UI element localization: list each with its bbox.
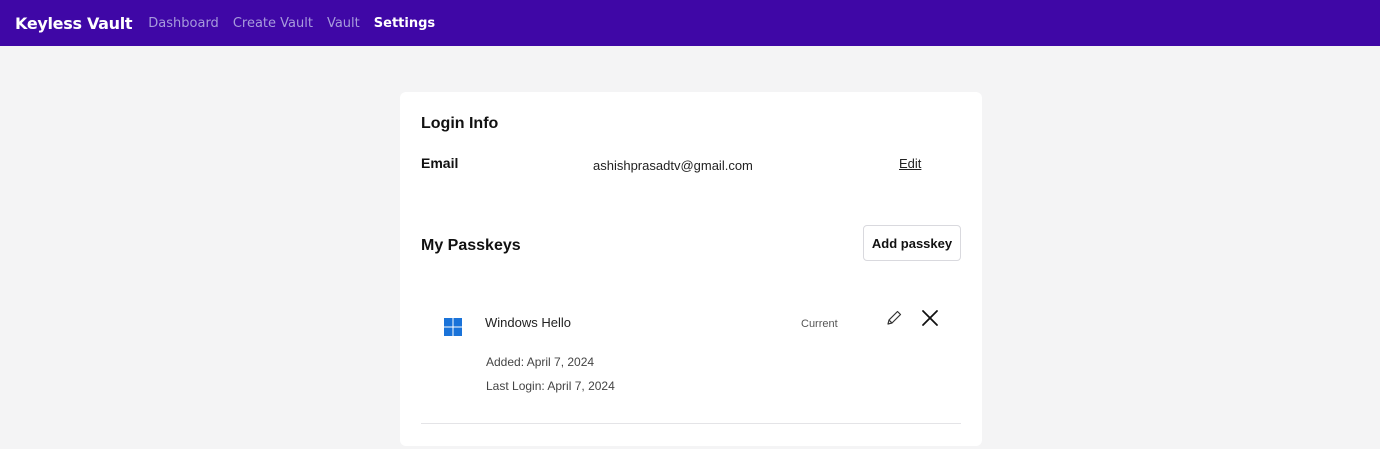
top-navbar: Keyless Vault Dashboard Create Vault Vau… (0, 0, 1380, 46)
pencil-icon[interactable] (885, 309, 903, 327)
close-icon[interactable] (921, 309, 939, 327)
edit-email-link[interactable]: Edit (899, 156, 921, 171)
current-badge: Current (801, 318, 838, 330)
brand-logo[interactable]: Keyless Vault (15, 14, 133, 33)
login-info-title: Login Info (421, 115, 499, 132)
passkey-name: Windows Hello (485, 315, 571, 330)
divider (421, 423, 961, 424)
email-value: ashishprasadtv@gmail.com (593, 158, 753, 173)
passkey-added-date: Added: April 7, 2024 (486, 355, 595, 369)
nav-link-settings[interactable]: Settings (374, 16, 435, 31)
settings-card: Login Info Email ashishprasadtv@gmail.co… (400, 92, 982, 446)
email-label: Email (421, 155, 459, 171)
nav-link-dashboard[interactable]: Dashboard (148, 16, 219, 31)
my-passkeys-title: My Passkeys (421, 237, 521, 254)
nav-link-vault[interactable]: Vault (327, 16, 360, 31)
add-passkey-button[interactable]: Add passkey (863, 225, 961, 261)
nav-link-create-vault[interactable]: Create Vault (233, 16, 313, 31)
windows-icon (444, 318, 462, 336)
passkey-last-login: Last Login: April 7, 2024 (486, 379, 615, 393)
